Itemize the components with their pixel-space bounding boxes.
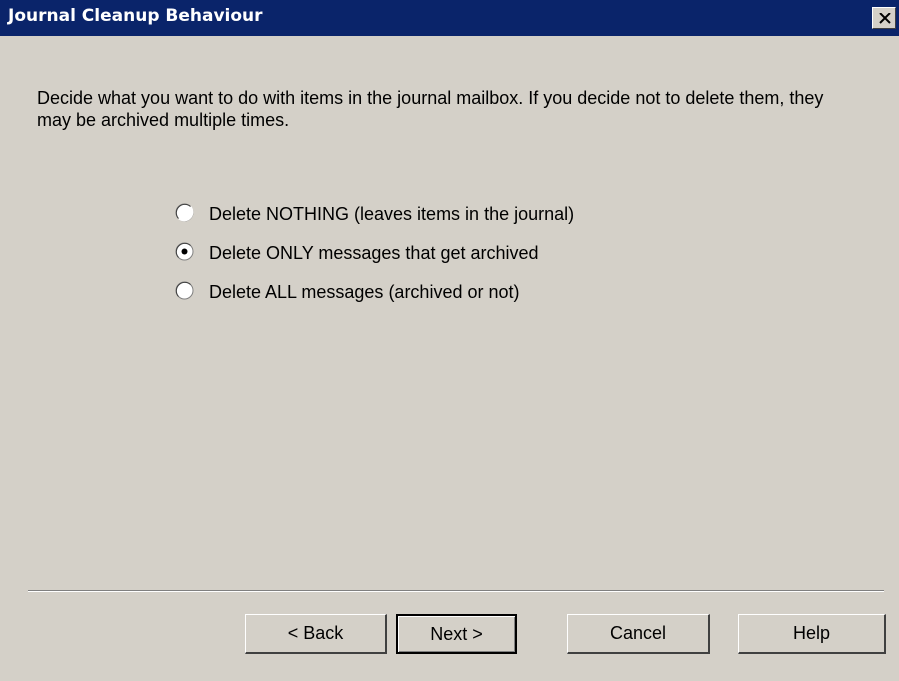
- radio-label[interactable]: Delete ONLY messages that get archived: [209, 242, 539, 264]
- title-bar[interactable]: Journal Cleanup Behaviour: [0, 0, 899, 36]
- radio-button-unselected[interactable]: [175, 203, 194, 222]
- window-title: Journal Cleanup Behaviour: [8, 6, 263, 26]
- close-button[interactable]: [872, 7, 896, 29]
- close-icon: [879, 13, 891, 24]
- instruction-text: Decide what you want to do with items in…: [37, 88, 824, 130]
- cancel-button[interactable]: Cancel: [567, 614, 710, 654]
- help-button[interactable]: Help: [738, 614, 886, 654]
- radio-label[interactable]: Delete ALL messages (archived or not): [209, 281, 520, 303]
- separator-line: [28, 590, 884, 592]
- next-button[interactable]: Next >: [396, 614, 517, 654]
- radio-button-unselected[interactable]: [175, 281, 194, 300]
- radio-label[interactable]: Delete NOTHING (leaves items in the jour…: [209, 203, 574, 225]
- back-button[interactable]: < Back: [245, 614, 387, 654]
- dialog-window: Journal Cleanup Behaviour Decide what yo…: [0, 0, 899, 681]
- radio-button-selected[interactable]: [175, 242, 194, 261]
